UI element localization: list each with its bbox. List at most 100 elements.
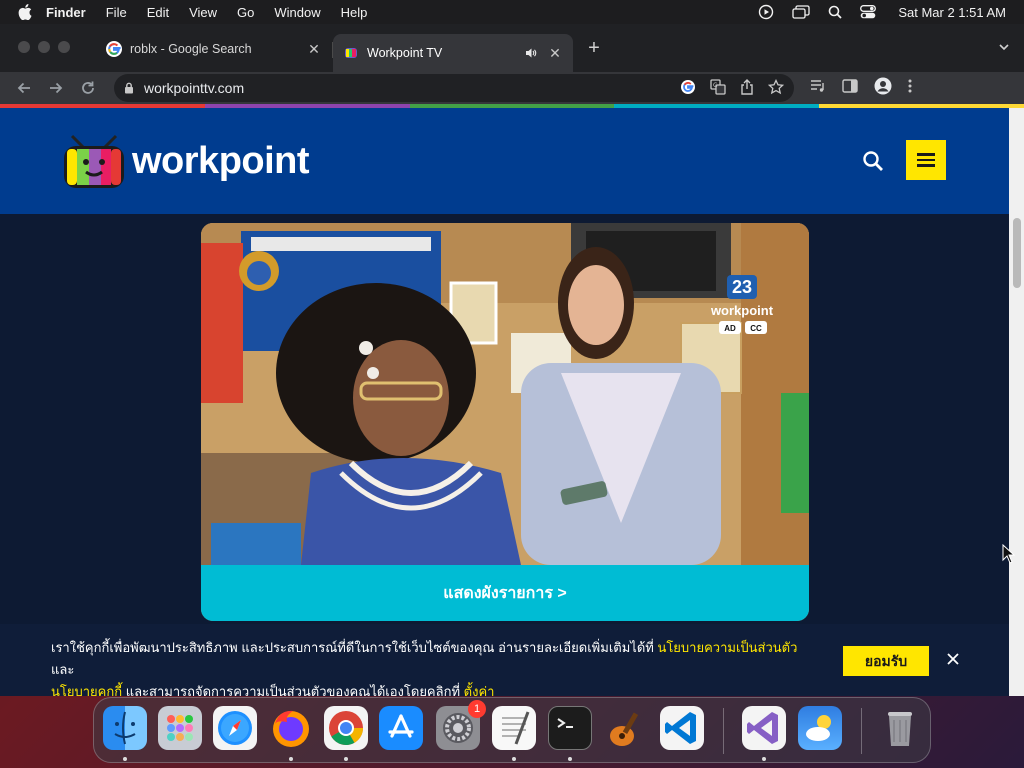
- weather-app-icon[interactable]: [798, 706, 842, 750]
- menu-view[interactable]: View: [189, 5, 217, 20]
- tab-search-icon[interactable]: [998, 41, 1010, 53]
- search-icon[interactable]: [862, 150, 884, 177]
- profile-avatar-icon[interactable]: [874, 77, 892, 100]
- cookie-message: เราใช้คุกกี้เพื่อพัฒนาประสิทธิภาพ และประ…: [51, 637, 811, 696]
- close-tab-icon[interactable]: ✕: [547, 45, 563, 62]
- menu-file[interactable]: File: [106, 5, 127, 20]
- speaker-icon[interactable]: [525, 47, 537, 59]
- chrome-app-icon[interactable]: [324, 706, 368, 750]
- tab-strip: roblx - Google Search ✕ Workpoint TV ✕ +: [0, 24, 1024, 72]
- web-page: workpoint 23 workpoint AD CC แสดงผังรายก…: [0, 108, 1024, 696]
- cookie-text-1: เราใช้คุกกี้เพื่อพัฒนาประสิทธิภาพ และประ…: [51, 640, 658, 655]
- browser-toolbar: workpointtv.com G: [0, 72, 1024, 104]
- svg-text:G: G: [713, 82, 718, 89]
- scrollbar-thumb[interactable]: [1013, 218, 1021, 288]
- google-lens-icon[interactable]: [680, 79, 696, 98]
- macos-dock: 1: [93, 697, 931, 763]
- hamburger-menu-button[interactable]: [906, 140, 946, 180]
- terminal-app-icon[interactable]: [548, 706, 592, 750]
- closed-caption-badge: CC: [750, 324, 762, 333]
- cookie-text-3: และสามารถจัดการความเป็นส่วนตัวของคุณได้เ…: [122, 684, 464, 696]
- workpoint-logo[interactable]: workpoint: [62, 132, 310, 190]
- control-center-icon[interactable]: [860, 5, 877, 19]
- media-queue-icon[interactable]: [810, 79, 826, 98]
- more-menu-icon[interactable]: [908, 79, 912, 98]
- chrome-window: roblx - Google Search ✕ Workpoint TV ✕ +: [0, 24, 1024, 696]
- textedit-app-icon[interactable]: [492, 706, 536, 750]
- launchpad-app-icon[interactable]: [158, 706, 202, 750]
- close-tab-icon[interactable]: ✕: [306, 41, 322, 58]
- reload-button[interactable]: [72, 80, 104, 96]
- screen-mirror-icon[interactable]: [792, 5, 810, 19]
- google-icon: [106, 41, 122, 57]
- menu-go[interactable]: Go: [237, 5, 254, 20]
- address-bar[interactable]: workpointtv.com G: [114, 74, 794, 102]
- macos-menu-bar: Finder File Edit View Go Window Help Sat…: [0, 0, 1024, 24]
- play-circle-icon[interactable]: [758, 4, 774, 20]
- tab-google-search[interactable]: roblx - Google Search ✕: [96, 34, 332, 64]
- running-indicator: [762, 757, 766, 761]
- cookie-settings-link[interactable]: ตั้งค่า: [464, 684, 495, 696]
- running-indicator: [123, 757, 127, 761]
- hamburger-line: [917, 164, 935, 167]
- audio-description-badge: AD: [724, 324, 736, 333]
- menu-help[interactable]: Help: [341, 5, 368, 20]
- close-window-button[interactable]: [18, 41, 30, 53]
- accept-cookies-button[interactable]: ยอมรับ: [843, 646, 929, 676]
- url-text[interactable]: workpointtv.com: [144, 80, 680, 96]
- workpoint-tv-logo-icon: [64, 134, 124, 188]
- translate-icon[interactable]: G: [710, 78, 726, 98]
- menu-app-name[interactable]: Finder: [46, 5, 86, 20]
- running-indicator: [568, 757, 572, 761]
- menu-window[interactable]: Window: [274, 5, 320, 20]
- forward-button[interactable]: [40, 80, 72, 96]
- share-icon[interactable]: [740, 78, 754, 98]
- spotlight-search-icon[interactable]: [828, 5, 842, 19]
- safari-app-icon[interactable]: [213, 706, 257, 750]
- apple-menu-icon[interactable]: [18, 4, 32, 20]
- live-video-player[interactable]: 23 workpoint AD CC แสดงผังรายการ >: [201, 223, 809, 621]
- finder-app-icon[interactable]: [103, 706, 147, 750]
- page-scrollbar[interactable]: [1009, 108, 1024, 696]
- hamburger-line: [917, 153, 935, 156]
- bookmark-star-icon[interactable]: [767, 78, 785, 98]
- dock-separator: [861, 708, 862, 754]
- video-frame: 23 workpoint AD CC: [201, 223, 809, 565]
- hamburger-line: [917, 158, 935, 162]
- channel-name: workpoint: [710, 303, 774, 318]
- close-icon[interactable]: [946, 651, 960, 673]
- workpoint-icon: [343, 45, 359, 61]
- running-indicator: [512, 757, 516, 761]
- tab-workpoint-tv[interactable]: Workpoint TV ✕: [333, 34, 573, 72]
- privacy-policy-link[interactable]: นโยบายความเป็นส่วนตัว: [657, 640, 797, 655]
- firefox-app-icon[interactable]: [269, 706, 313, 750]
- show-schedule-link[interactable]: แสดงผังรายการ >: [201, 565, 809, 621]
- mouse-cursor-icon: [1002, 544, 1016, 564]
- window-controls: [18, 41, 70, 53]
- minimize-window-button[interactable]: [38, 41, 50, 53]
- new-tab-button[interactable]: +: [584, 37, 604, 60]
- notification-badge: 1: [468, 700, 486, 718]
- zoom-window-button[interactable]: [58, 41, 70, 53]
- dock-separator: [723, 708, 724, 754]
- side-panel-icon[interactable]: [842, 78, 858, 98]
- cookie-consent-banner: เราใช้คุกกี้เพื่อพัฒนาประสิทธิภาพ และประ…: [0, 624, 1009, 696]
- vscode-app-icon[interactable]: [660, 706, 704, 750]
- menubar-clock[interactable]: Sat Mar 2 1:51 AM: [898, 5, 1006, 20]
- channel-number: 23: [732, 277, 752, 297]
- cookie-policy-link[interactable]: นโยบายคุกกี้: [51, 684, 122, 696]
- cookie-text-2: และ: [51, 662, 75, 677]
- trash-app-icon[interactable]: [878, 706, 922, 750]
- lock-icon[interactable]: [124, 82, 134, 94]
- garageband-app-icon[interactable]: [604, 706, 648, 750]
- tab-title: Workpoint TV: [367, 46, 443, 60]
- menu-edit[interactable]: Edit: [147, 5, 169, 20]
- app-store-app-icon[interactable]: [379, 706, 423, 750]
- back-button[interactable]: [8, 80, 40, 96]
- running-indicator: [289, 757, 293, 761]
- site-header: workpoint: [0, 108, 1024, 214]
- tab-title: roblx - Google Search: [130, 42, 252, 56]
- running-indicator: [344, 757, 348, 761]
- visual-studio-app-icon[interactable]: [742, 706, 786, 750]
- system-preferences-app-icon[interactable]: 1: [436, 700, 486, 750]
